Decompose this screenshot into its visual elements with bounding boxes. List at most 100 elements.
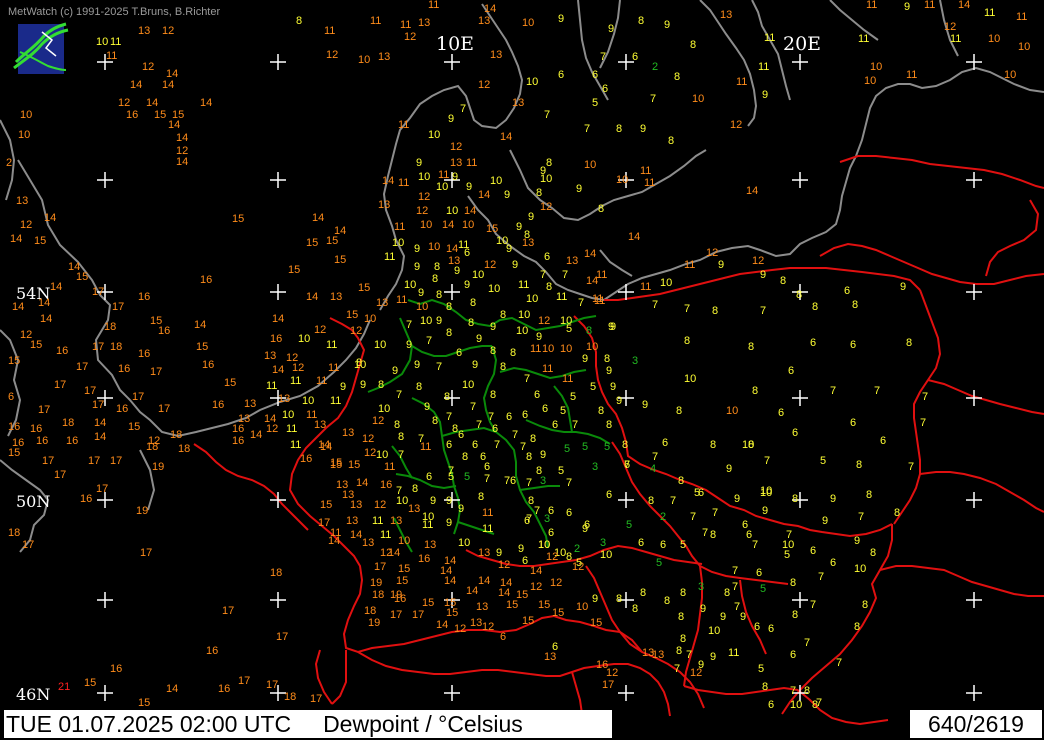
dewpoint-value: 18 bbox=[170, 429, 183, 441]
dewpoint-value: 14 bbox=[500, 131, 513, 143]
dewpoint-value: 10 bbox=[560, 343, 573, 355]
dewpoint-value: 8 bbox=[712, 305, 719, 317]
dewpoint-value: 8 bbox=[748, 341, 755, 353]
dewpoint-value: 14 bbox=[530, 565, 543, 577]
dewpoint-value: 17 bbox=[140, 547, 153, 559]
dewpoint-value: 7 bbox=[760, 305, 767, 317]
dewpoint-value: 8 bbox=[478, 491, 485, 503]
dewpoint-value: 16 bbox=[56, 345, 69, 357]
dewpoint-value: 7 bbox=[476, 419, 483, 431]
dewpoint-value: 7 bbox=[690, 511, 697, 523]
lon-label-10e: 10E bbox=[436, 33, 475, 55]
dewpoint-value: 15 bbox=[358, 282, 371, 294]
dewpoint-value: 16 bbox=[80, 493, 93, 505]
dewpoint-value: 18 bbox=[62, 417, 75, 429]
dewpoint-value: 7 bbox=[460, 103, 467, 115]
dewpoint-value: 5 bbox=[592, 97, 599, 109]
dewpoint-value: 6 bbox=[880, 435, 887, 447]
dewpoint-value: 13 bbox=[544, 651, 557, 663]
dewpoint-value: 9 bbox=[452, 171, 459, 183]
dewpoint-value: 10 bbox=[1018, 41, 1031, 53]
dewpoint-value: 5 bbox=[760, 583, 767, 595]
dewpoint-value: 6 bbox=[638, 537, 645, 549]
dewpoint-value: 10 bbox=[358, 54, 371, 66]
dewpoint-value: 9 bbox=[454, 265, 461, 277]
dewpoint-value: 7 bbox=[920, 417, 927, 429]
dewpoint-value: 9 bbox=[762, 505, 769, 517]
dewpoint-value: 11 bbox=[110, 36, 122, 48]
dewpoint-value: 11 bbox=[758, 61, 770, 73]
dewpoint-value: 10 bbox=[726, 405, 739, 417]
dewpoint-value: 10 bbox=[516, 325, 529, 337]
dewpoint-value: 10 bbox=[600, 549, 613, 561]
dewpoint-value: 7 bbox=[562, 269, 569, 281]
dewpoint-value: 5 bbox=[558, 465, 565, 477]
dewpoint-value: 13 bbox=[418, 17, 431, 29]
dewpoint-value: 9 bbox=[418, 287, 425, 299]
dewpoint-value: 7 bbox=[584, 123, 591, 135]
dewpoint-value: 11 bbox=[640, 165, 652, 177]
dewpoint-value: 7 bbox=[804, 637, 811, 649]
dewpoint-value: 13 bbox=[470, 617, 483, 629]
dewpoint-value: 17 bbox=[96, 483, 109, 495]
dewpoint-value: 15 bbox=[506, 599, 519, 611]
footer-parameter: Dewpoint / °Celsius bbox=[323, 711, 523, 737]
dewpoint-value: 16 bbox=[380, 479, 393, 491]
dewpoint-value: 5 bbox=[464, 471, 471, 483]
dewpoint-value: 10 bbox=[760, 487, 773, 499]
dewpoint-value: 14 bbox=[478, 575, 491, 587]
dewpoint-value: 13 bbox=[330, 291, 343, 303]
dewpoint-value: 17 bbox=[150, 366, 163, 378]
dewpoint-value: 16 bbox=[394, 593, 407, 605]
dewpoint-value: 10 bbox=[576, 601, 589, 613]
dewpoint-value: 5 bbox=[590, 381, 597, 393]
dewpoint-value: 17 bbox=[374, 561, 387, 573]
dewpoint-value: 13 bbox=[16, 195, 29, 207]
dewpoint-value: 8 bbox=[676, 645, 683, 657]
dewpoint-value: 16 bbox=[232, 435, 245, 447]
dewpoint-value: 16 bbox=[232, 423, 245, 435]
dewpoint-value: 5 bbox=[560, 405, 567, 417]
dewpoint-value: 9 bbox=[710, 651, 717, 663]
dewpoint-value: 9 bbox=[642, 399, 649, 411]
dewpoint-value: 8 bbox=[432, 273, 439, 285]
dewpoint-value: 6 bbox=[662, 437, 669, 449]
dewpoint-value: 15 bbox=[84, 677, 97, 689]
dewpoint-value: 11 bbox=[400, 19, 412, 31]
dewpoint-value: 9 bbox=[582, 353, 589, 365]
dewpoint-value: 14 bbox=[446, 243, 459, 255]
dewpoint-value: 15 bbox=[538, 599, 551, 611]
dewpoint-value: 7 bbox=[426, 335, 433, 347]
dewpoint-value: 6 bbox=[522, 555, 529, 567]
dewpoint-value: 8 bbox=[436, 289, 443, 301]
dewpoint-value: 15 bbox=[334, 254, 347, 266]
dewpoint-value: 18 bbox=[364, 605, 377, 617]
dewpoint-value: 9 bbox=[472, 359, 479, 371]
dewpoint-value: 14 bbox=[466, 585, 479, 597]
dewpoint-value: 19 bbox=[152, 461, 165, 473]
dewpoint-value: 16 bbox=[36, 435, 49, 447]
dewpoint-value: 10 bbox=[782, 539, 795, 551]
lon-label-20e: 20E bbox=[783, 33, 822, 55]
dewpoint-value: 10 bbox=[298, 333, 311, 345]
dewpoint-value: 6 bbox=[592, 69, 599, 81]
dewpoint-value: 13 bbox=[346, 515, 359, 527]
dewpoint-value: 9 bbox=[734, 493, 741, 505]
dewpoint-value: 8 bbox=[684, 335, 691, 347]
dewpoint-value: 8 bbox=[356, 357, 363, 369]
dewpoint-value: 9 bbox=[610, 381, 617, 393]
dewpoint-value: 12 bbox=[498, 559, 511, 571]
dewpoint-value: 12 bbox=[706, 247, 719, 259]
dewpoint-value: 6 bbox=[542, 403, 549, 415]
dewpoint-value: 14 bbox=[200, 97, 213, 109]
dewpoint-value: 11 bbox=[326, 339, 338, 351]
dewpoint-value: 7 bbox=[830, 385, 837, 397]
dewpoint-value: 16 bbox=[200, 274, 213, 286]
dewpoint-value: 2 bbox=[574, 543, 581, 555]
dewpoint-value: 15 bbox=[446, 607, 459, 619]
dewpoint-value: 15 bbox=[8, 355, 21, 367]
dewpoint-value: 14 bbox=[250, 429, 263, 441]
dewpoint-value: 12 bbox=[454, 623, 467, 635]
dewpoint-value: 5 bbox=[570, 391, 577, 403]
dewpoint-value: 10 bbox=[404, 279, 417, 291]
